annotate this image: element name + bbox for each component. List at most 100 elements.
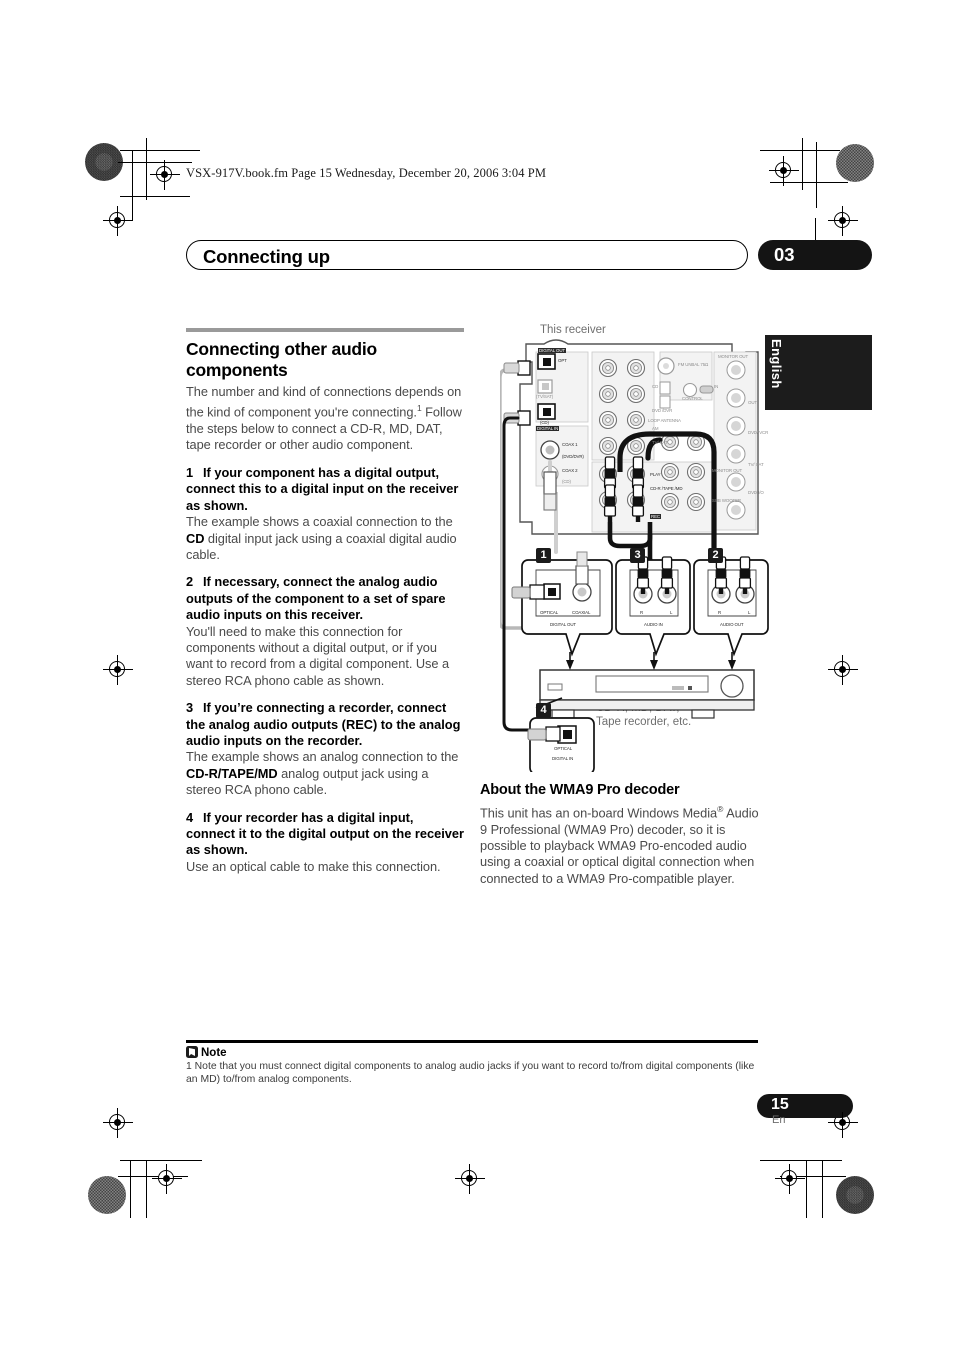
chapter-title-bar: Connecting up — [186, 240, 748, 270]
wma9-section-heading: About the WMA9 Pro decoder — [480, 782, 680, 798]
callout-2-jack-r-label: R — [718, 610, 722, 615]
chapter-number: 03 — [774, 244, 795, 265]
header-rule — [118, 162, 192, 164]
chapter-tick-mark — [815, 218, 817, 241]
panel-label-monitor-out-low: MONITOR OUT — [712, 468, 743, 473]
callout-1-jack-optical-label: OPTICAL — [540, 610, 559, 615]
panel-label-control: CONTROL — [682, 396, 703, 401]
crop-mark-line — [822, 1160, 824, 1218]
step-4-title: If your recorder has a digital input, co… — [186, 809, 464, 858]
right-text-column: About the WMA9 Pro decoder This unit has… — [480, 782, 762, 898]
registration-mark — [769, 156, 799, 186]
registration-mark — [152, 1164, 182, 1194]
panel-label-dvd-dvr-rca: DVD /DVR — [652, 408, 673, 413]
page-language-code: En — [772, 1114, 786, 1126]
step-3-heading: 3 If you’re connecting a recorder, connec… — [186, 700, 464, 749]
registration-mark — [455, 1164, 485, 1194]
intro-text-1: The number and kind of connections depen… — [186, 384, 462, 420]
panel-label-digital-in: DIGITAL IN — [536, 426, 560, 431]
chapter-title: Connecting up — [203, 246, 330, 267]
step-4-heading: 4 If your recorder has a digital input, c… — [186, 810, 464, 859]
rca-plug-rec-left — [603, 484, 617, 523]
registration-mark — [150, 160, 180, 190]
step-1-body-bold: CD — [186, 530, 205, 546]
panel-label-cdr-tape-md: CD-R /TAPE /MD — [650, 486, 683, 491]
step-1-number: 1 — [186, 464, 194, 480]
panel-label-subwoofer: SUB WOOFER — [712, 498, 742, 503]
wma9-body-pre: This unit has an on-board Windows Media — [480, 805, 718, 821]
panel-label-play: PLAY — [650, 472, 661, 477]
panel-label-monitor-out-top: MONITOR OUT — [718, 354, 749, 359]
callout-3-jack-l-label: L — [670, 610, 673, 615]
step-4-number: 4 — [186, 809, 194, 825]
step-4-body: Use an optical cable to make this connec… — [186, 859, 464, 875]
step-1-body: The example shows a coaxial connection t… — [186, 514, 464, 563]
note-heading-label: Note — [201, 1047, 227, 1059]
callout-2-group-label: AUDIO OUT — [720, 622, 744, 627]
crop-mark-line — [130, 1160, 132, 1218]
step-3-title: If you’re connecting a recorder, connect… — [186, 700, 461, 748]
wma9-body: This unit has an on-board Windows Media®… — [480, 801, 762, 887]
panel-label-cd-coax: (CD) — [562, 479, 571, 484]
halftone-control-patch — [836, 1176, 874, 1214]
crop-mark-line — [760, 150, 840, 152]
note-icon — [186, 1046, 198, 1058]
panel-label-tv-sat-term: TV/ SAT — [748, 462, 764, 467]
step-3-body: The example shows an analog connection t… — [186, 749, 464, 798]
panel-label-dvd-vcr: DVD/ VCR — [748, 430, 769, 435]
optical-jack-top — [537, 353, 556, 370]
crop-mark-line — [760, 1160, 842, 1162]
step-4-body-pre: Use an optical cable to make this connec… — [186, 858, 441, 874]
crop-mark-line — [806, 1160, 808, 1218]
registration-mark — [103, 1108, 133, 1138]
file-header-line: VSX-917V.book.fm Page 15 Wednesday, Dece… — [186, 166, 547, 180]
callout-leader-arrows — [566, 652, 736, 670]
panel-label-am: AM — [652, 426, 659, 431]
crop-mark-line — [802, 138, 804, 190]
note-body: 1 Note that you must connect digital com… — [186, 1061, 755, 1085]
panel-label-in: IN — [714, 384, 719, 389]
panel-label-out: OUT — [748, 400, 757, 405]
intro-paragraph: The number and kind of connections depen… — [186, 384, 464, 454]
registration-mark — [828, 206, 858, 236]
crop-mark-line — [146, 138, 148, 200]
step-1-heading: 1 If your component has a digital output,… — [186, 465, 464, 514]
halftone-control-patch — [88, 1176, 126, 1214]
optical-jack-mid — [537, 379, 553, 394]
step-3-body-bold: CD-R/TAPE/MD — [186, 765, 278, 781]
chapter-number-badge: 03 — [758, 240, 872, 270]
registration-mark — [775, 1164, 805, 1194]
callout-4-jack-optical-label: OPTICAL — [554, 746, 573, 751]
callout-3-group-label: AUDIO IN — [644, 622, 663, 627]
callout-box-2 — [693, 556, 769, 657]
panel-label-dvd-io: DVD I/O — [748, 490, 764, 495]
registration-mark — [103, 206, 133, 236]
registration-mark — [103, 655, 133, 685]
page-number: 15 — [771, 1096, 789, 1113]
optical-jack-bottom — [537, 403, 556, 420]
coax-plug — [543, 471, 557, 511]
step-2-number: 2 — [186, 574, 194, 590]
document-page: VSX-917V.book.fm Page 15 Wednesday, Dece… — [0, 0, 954, 1351]
step-2-heading: 2 If necessary, connect the analog audio … — [186, 574, 464, 623]
panel-label-coax-2: COAX 2 — [562, 468, 578, 473]
step-3-body-pre: The example shows an analog connection t… — [186, 749, 459, 765]
note-rule — [186, 1040, 758, 1043]
panel-label-fm-unbal: FM UNBAL 75Ω — [678, 362, 709, 367]
step-1-body-pre: The example shows a coaxial connection t… — [186, 514, 453, 530]
rca-plug-rec-right — [631, 484, 645, 523]
panel-label-tv-sat: (TV/SAT) — [536, 394, 554, 399]
crop-mark-line — [816, 142, 818, 208]
audio-component-device — [539, 669, 755, 719]
panel-label-loop-antenna: LOOP ANTENNA — [648, 418, 681, 423]
panel-label-cd-rca: CD — [652, 384, 659, 389]
step-2-title: If necessary, connect the analog audio o… — [186, 574, 446, 623]
callout-box-1 — [511, 551, 613, 657]
callout-1-group-label: DIGITAL OUT — [550, 622, 576, 627]
panel-label-dvd-dvr: (DVD/DVR) — [562, 454, 584, 459]
optical-plug-top — [503, 360, 531, 376]
registration-mark — [828, 655, 858, 685]
callout-2-jack-l-label: L — [748, 610, 751, 615]
language-tab: English — [765, 335, 872, 410]
panel-label-rec: REC — [650, 514, 661, 519]
